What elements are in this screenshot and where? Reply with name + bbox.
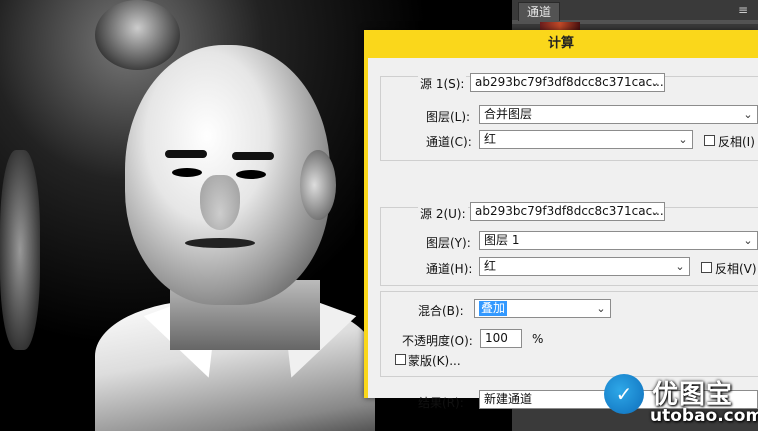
nose xyxy=(200,175,240,230)
result-value: 新建通道 xyxy=(484,392,533,406)
left-brow xyxy=(165,150,207,158)
chevron-down-icon: ⌄ xyxy=(743,234,753,247)
source2-channel-label: 通道(H): xyxy=(426,262,473,276)
opacity-label: 不透明度(O): xyxy=(402,334,473,348)
source2-value: ab293bc79f3df8dcc8c371cac... xyxy=(475,204,664,218)
opacity-unit: % xyxy=(532,332,544,346)
blend-label: 混合(B): xyxy=(418,304,464,318)
ear xyxy=(300,150,336,220)
source1-invert-checkbox[interactable] xyxy=(704,135,715,146)
watermark-logo-icon: ✓ xyxy=(604,374,644,414)
source1-select[interactable]: ab293bc79f3df8dcc8c371cac... ⌄ xyxy=(470,73,665,92)
mask-label: 蒙版(K)... xyxy=(408,354,461,368)
source2-layer-value: 图层 1 xyxy=(484,233,520,247)
source1-layer-value: 合并图层 xyxy=(484,107,533,121)
calculations-dialog: 计算 源 1(S): ab293bc79f3df8dcc8c371cac... … xyxy=(364,30,758,410)
source1-value: ab293bc79f3df8dcc8c371cac... xyxy=(475,75,664,89)
dialog-body: 源 1(S): ab293bc79f3df8dcc8c371cac... ⌄ 图… xyxy=(368,58,758,410)
source1-label: 源 1(S): xyxy=(418,75,467,92)
chevron-down-icon: ⌄ xyxy=(650,205,660,218)
panel-menu-icon[interactable]: ≡ xyxy=(738,4,748,16)
result-label: 结果(R): xyxy=(418,396,464,410)
source1-invert-label: 反相(I) xyxy=(718,135,755,149)
source2-invert-label: 反相(V) xyxy=(715,262,757,276)
right-brow xyxy=(232,152,274,160)
chevron-down-icon: ⌄ xyxy=(743,108,753,121)
mask-checkbox[interactable] xyxy=(395,354,406,365)
chevron-down-icon: ⌄ xyxy=(675,260,685,273)
source2-layer-select[interactable]: 图层 1 ⌄ xyxy=(479,231,758,250)
source2-layer-label: 图层(Y): xyxy=(426,236,471,250)
source1-layer-label: 图层(L): xyxy=(426,110,471,124)
source2-label: 源 2(U): xyxy=(418,205,468,222)
mouth xyxy=(185,238,255,248)
left-eye xyxy=(172,168,202,177)
watermark-url: utobao.com xyxy=(650,406,758,426)
source2-invert-checkbox[interactable] xyxy=(701,262,712,273)
channels-tab[interactable]: 通道 xyxy=(518,2,560,21)
chevron-down-icon: ⌄ xyxy=(650,76,660,89)
source2-select[interactable]: ab293bc79f3df8dcc8c371cac... ⌄ xyxy=(470,202,665,221)
background-person-left xyxy=(0,150,40,350)
source2-channel-select[interactable]: 红 ⌄ xyxy=(479,257,690,276)
source1-channel-value: 红 xyxy=(484,132,497,146)
chevron-down-icon: ⌄ xyxy=(596,302,606,315)
source1-channel-label: 通道(C): xyxy=(426,135,472,149)
source1-layer-select[interactable]: 合并图层 ⌄ xyxy=(479,105,758,124)
blend-mode-select[interactable]: 叠加 ⌄ xyxy=(474,299,611,318)
blend-mode-value: 叠加 xyxy=(479,301,508,316)
source1-channel-select[interactable]: 红 ⌄ xyxy=(479,130,693,149)
chevron-down-icon: ⌄ xyxy=(678,133,688,146)
background-person xyxy=(95,0,180,70)
right-eye xyxy=(236,170,266,179)
opacity-input[interactable]: 100 xyxy=(480,329,522,348)
source2-channel-value: 红 xyxy=(484,259,497,273)
dialog-title[interactable]: 计算 xyxy=(364,30,758,58)
